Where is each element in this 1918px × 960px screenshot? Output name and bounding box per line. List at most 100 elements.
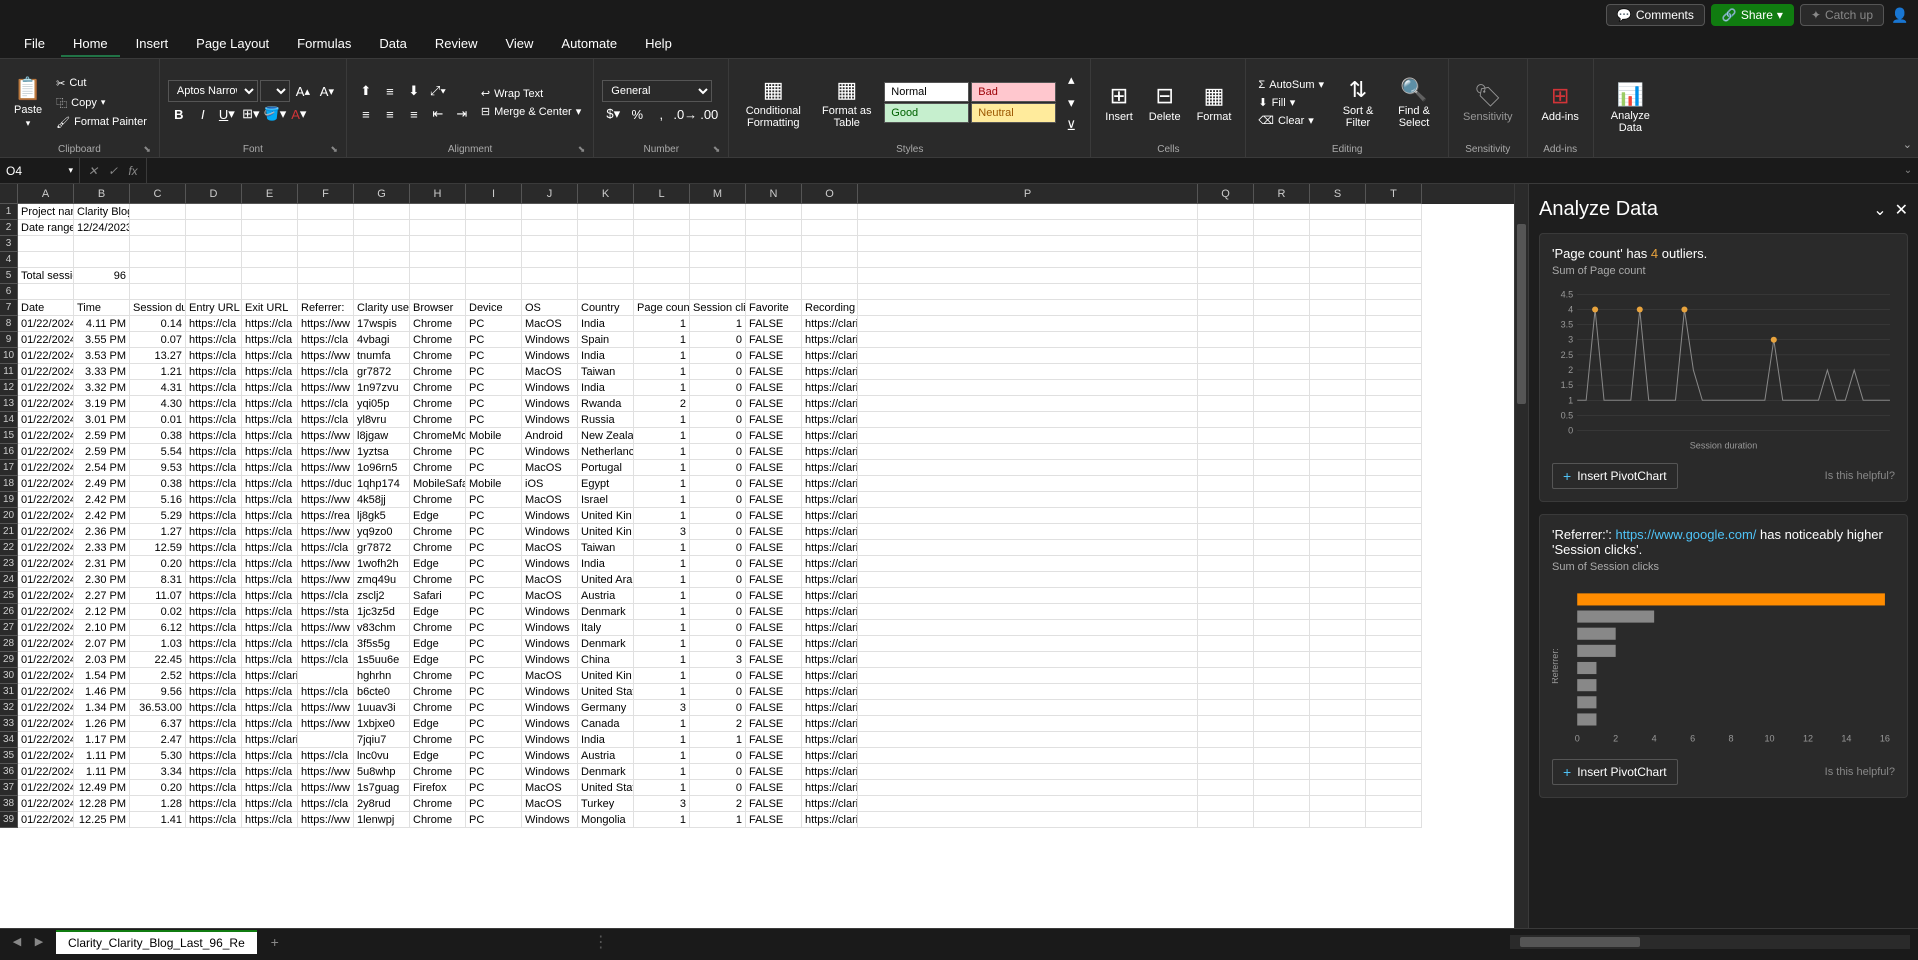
cell[interactable]: 0 (690, 476, 746, 492)
cell[interactable]: https://clarity.microsoft.com/player/5d3… (802, 364, 858, 380)
cell[interactable]: https://ww (298, 460, 354, 476)
cell[interactable]: Date range (18, 220, 74, 236)
cell[interactable]: https://cla (298, 652, 354, 668)
cell[interactable] (18, 236, 74, 252)
cell[interactable] (858, 620, 1198, 636)
cell[interactable] (186, 284, 242, 300)
cell[interactable]: 0.20 (130, 556, 186, 572)
cell[interactable]: https://cla (186, 508, 242, 524)
cell[interactable]: https://cla (186, 316, 242, 332)
cell[interactable] (1310, 556, 1366, 572)
cell[interactable] (1366, 316, 1422, 332)
row-header[interactable]: 25 (0, 588, 18, 604)
cell[interactable]: https://ww (298, 556, 354, 572)
cell[interactable]: Clarity use (354, 300, 410, 316)
cell[interactable]: 01/22/2024 (18, 796, 74, 812)
comma-button[interactable]: , (650, 103, 672, 125)
cell[interactable] (1198, 204, 1254, 220)
cell[interactable] (858, 268, 1198, 284)
cell[interactable]: https://clarity.microsoft.com/player/5d3… (802, 668, 858, 684)
cell[interactable] (18, 252, 74, 268)
cell[interactable] (858, 540, 1198, 556)
cell[interactable]: FALSE (746, 732, 802, 748)
cell[interactable]: Chrome (410, 380, 466, 396)
cell[interactable]: 5.16 (130, 492, 186, 508)
cell[interactable]: https://cla (186, 588, 242, 604)
cell[interactable]: Windows (522, 396, 578, 412)
cell[interactable]: Chrome (410, 668, 466, 684)
row-header[interactable]: 36 (0, 764, 18, 780)
cell[interactable] (1254, 508, 1310, 524)
cell[interactable]: https://ww (298, 812, 354, 828)
cell[interactable]: 2.33 PM (74, 540, 130, 556)
cell[interactable]: 1o96rn5 (354, 460, 410, 476)
cell[interactable]: https://ww (298, 764, 354, 780)
cell[interactable] (1310, 316, 1366, 332)
cell[interactable]: Turkey (578, 796, 634, 812)
cell[interactable]: Egypt (578, 476, 634, 492)
cell[interactable] (634, 268, 690, 284)
font-color-button[interactable]: A▾ (288, 103, 310, 125)
cell[interactable]: 2 (690, 716, 746, 732)
cell[interactable]: 1 (634, 572, 690, 588)
cell[interactable]: 2.49 PM (74, 476, 130, 492)
cell[interactable]: Page count (634, 300, 690, 316)
cell[interactable]: https://cla (242, 412, 298, 428)
format-as-table-button[interactable]: ▦Format as Table (813, 75, 880, 131)
cell-style-bad[interactable]: Bad (971, 82, 1056, 102)
cell[interactable] (858, 348, 1198, 364)
cell[interactable] (298, 204, 354, 220)
col-header-L[interactable]: L (634, 184, 690, 204)
cell[interactable]: 1.41 (130, 812, 186, 828)
cell[interactable]: Clarity Blog (74, 204, 130, 220)
cell[interactable]: Denmark (578, 636, 634, 652)
cell[interactable]: PC (466, 764, 522, 780)
cell[interactable]: 3 (634, 796, 690, 812)
cell[interactable]: MacOS (522, 460, 578, 476)
cell[interactable]: https://clarity.microsoft.com/player/5d3… (802, 588, 858, 604)
cell[interactable]: 13.27 (130, 348, 186, 364)
col-header-E[interactable]: E (242, 184, 298, 204)
cell[interactable]: https://clarity.microsoft.com/player/5d3… (802, 412, 858, 428)
cell[interactable]: 4k58jj (354, 492, 410, 508)
cell[interactable]: 1.46 PM (74, 684, 130, 700)
cell[interactable]: India (578, 732, 634, 748)
cell[interactable]: India (578, 380, 634, 396)
cell[interactable]: FALSE (746, 332, 802, 348)
cell[interactable]: https://clarity.microsoft.com/player/5d3… (802, 732, 858, 748)
cell[interactable]: United Ara (578, 572, 634, 588)
cell[interactable]: Favorite (746, 300, 802, 316)
cell[interactable]: Date (18, 300, 74, 316)
cell[interactable]: 01/22/2024 (18, 396, 74, 412)
cell[interactable]: https://cla (298, 364, 354, 380)
grow-font-button[interactable]: A▴ (292, 80, 314, 102)
cell[interactable] (1198, 780, 1254, 796)
cell[interactable] (1310, 652, 1366, 668)
cell[interactable] (858, 748, 1198, 764)
cell[interactable]: 3.34 (130, 764, 186, 780)
cell[interactable]: 01/22/2024 (18, 684, 74, 700)
cell[interactable] (410, 268, 466, 284)
cell[interactable] (1366, 300, 1422, 316)
cell[interactable] (690, 220, 746, 236)
cell[interactable] (1310, 636, 1366, 652)
cell[interactable]: Edge (410, 636, 466, 652)
cell[interactable] (1198, 316, 1254, 332)
cell[interactable] (298, 284, 354, 300)
row-header[interactable]: 9 (0, 332, 18, 348)
align-center-button[interactable]: ≡ (379, 103, 401, 125)
cell[interactable]: FALSE (746, 524, 802, 540)
cell[interactable]: https://cla (186, 332, 242, 348)
cell[interactable]: 0.01 (130, 412, 186, 428)
cell[interactable]: https://cla (242, 812, 298, 828)
cell[interactable]: 1 (634, 620, 690, 636)
cell[interactable]: https://cla (186, 732, 242, 748)
cell[interactable]: https://clarity.microsoft.com/player/5d3… (802, 796, 858, 812)
cell[interactable]: Mobile (466, 476, 522, 492)
cell[interactable]: ChromeMo (410, 428, 466, 444)
cell[interactable]: Recording link (802, 300, 858, 316)
cell[interactable]: FALSE (746, 796, 802, 812)
cell[interactable]: Time (74, 300, 130, 316)
comments-button[interactable]: 💬 Comments (1606, 4, 1705, 26)
cell[interactable]: Netherlanc (578, 444, 634, 460)
